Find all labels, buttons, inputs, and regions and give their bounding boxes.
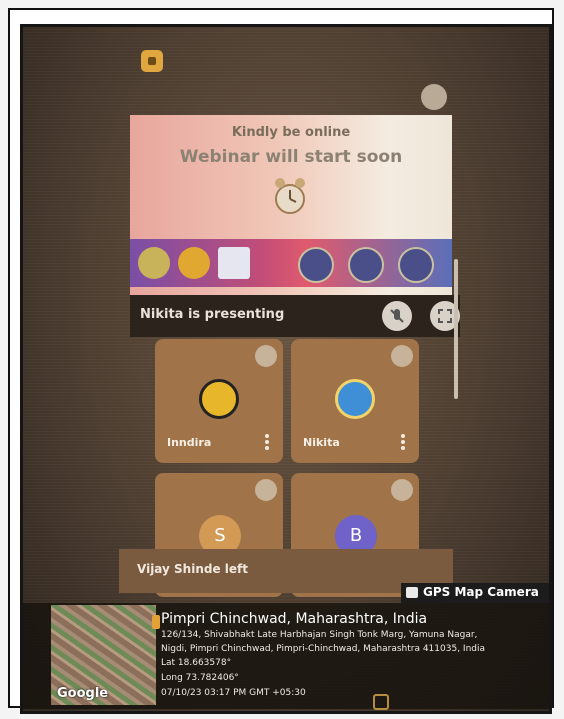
- scrollbar[interactable]: [454, 259, 458, 399]
- photo-frame: Kindly be online Webinar will start soon…: [8, 8, 554, 714]
- avatar: [335, 379, 375, 419]
- more-options-icon[interactable]: [401, 434, 405, 450]
- award-badge: [348, 247, 384, 283]
- phone-screen: Kindly be online Webinar will start soon…: [20, 24, 552, 714]
- home-button-icon[interactable]: [373, 694, 389, 710]
- alarm-clock-icon: [275, 178, 305, 214]
- pin-icon[interactable]: [255, 479, 277, 501]
- top-button[interactable]: [421, 84, 447, 110]
- award-badge: [298, 247, 334, 283]
- presenter-bar: Nikita is presenting: [130, 295, 460, 337]
- geo-latitude: Lat 18.663578°: [161, 658, 232, 668]
- presenter-label: Nikita is presenting: [140, 307, 285, 322]
- logo-badge: [218, 247, 250, 279]
- pin-icon[interactable]: [391, 479, 413, 501]
- pin-icon[interactable]: [255, 345, 277, 367]
- app-icon[interactable]: [141, 50, 163, 72]
- camera-icon: [406, 587, 418, 598]
- logo-badge: [138, 247, 170, 279]
- location-pin-icon: [152, 615, 160, 629]
- slide-title: Webinar will start soon: [179, 147, 403, 167]
- microphone-muted-icon[interactable]: [382, 301, 412, 331]
- pin-icon[interactable]: [391, 345, 413, 367]
- more-options-icon[interactable]: [265, 434, 269, 450]
- gps-tag: GPS Map Camera: [401, 583, 549, 603]
- geo-datetime: 07/10/23 03:17 PM GMT +05:30: [161, 688, 306, 698]
- participant-name: Inndira: [167, 436, 212, 449]
- geo-longitude: Long 73.782406°: [161, 673, 239, 683]
- participant-tile[interactable]: Nikita: [291, 339, 419, 463]
- award-badge: [398, 247, 434, 283]
- map-thumbnail: Google: [51, 605, 156, 705]
- geo-address-line-1: 126/134, Shivabhakt Late Harbhajan Singh…: [161, 630, 478, 640]
- notification-text: Vijay Shinde left: [137, 562, 248, 576]
- logo-band: [130, 239, 452, 287]
- gps-tag-label: GPS Map Camera: [423, 585, 539, 599]
- shared-slide: Kindly be online Webinar will start soon: [130, 115, 452, 295]
- participant-tile[interactable]: Inndira: [155, 339, 283, 463]
- logo-badge: [178, 247, 210, 279]
- avatar: [199, 379, 239, 419]
- geo-city: Pimpri Chinchwad, Maharashtra, India: [161, 611, 428, 627]
- participant-name: Nikita: [303, 436, 340, 449]
- geo-address-line-2: Nigdi, Pimpri Chinchwad, Pimpri-Chinchwa…: [161, 644, 485, 654]
- map-credit: Google: [57, 686, 109, 701]
- slide-subtitle: Kindly be online: [231, 125, 351, 140]
